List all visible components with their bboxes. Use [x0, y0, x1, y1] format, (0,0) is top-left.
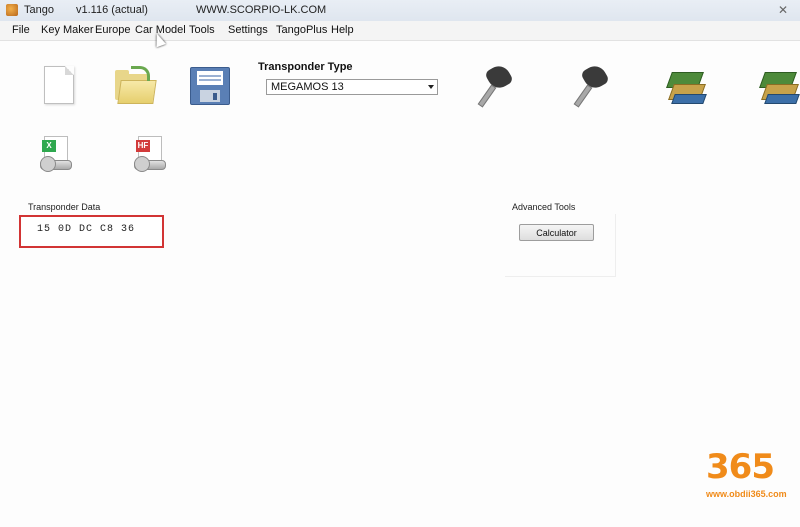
menu-tangoplus[interactable]: TangoPlus: [276, 24, 327, 36]
watermark-url: www.obdii365.com: [706, 489, 787, 499]
menu-bar: File Key Maker Europe Car Model Tools Se…: [0, 21, 800, 41]
books-icon[interactable]: [666, 66, 707, 104]
key-ring: [40, 156, 56, 172]
book-blue: [764, 94, 800, 104]
calculator-button[interactable]: Calculator: [519, 224, 594, 241]
watermark: 365 www.obdii365.com: [700, 444, 794, 506]
book-blue: [671, 94, 707, 104]
menu-settings[interactable]: Settings: [228, 24, 268, 36]
menu-file[interactable]: File: [12, 24, 30, 36]
open-folder-icon[interactable]: [115, 66, 157, 104]
hf-key-file-icon[interactable]: HF: [134, 136, 168, 176]
disk-label-line: [199, 79, 221, 81]
transponder-data-label: Transponder Data: [28, 202, 101, 212]
folder-arrow: [131, 66, 150, 81]
menu-help[interactable]: Help: [331, 24, 354, 36]
key-blade: [573, 84, 593, 108]
menu-tools[interactable]: Tools: [189, 24, 215, 36]
transponder-type-select[interactable]: MEGAMOS 13: [266, 79, 438, 95]
chevron-down-icon: [428, 85, 434, 89]
x-badge: X: [42, 140, 56, 152]
key-ring: [134, 156, 150, 172]
folder-front: [117, 80, 157, 104]
disk-slot: [213, 93, 217, 100]
app-version: v1.116 (actual): [76, 4, 148, 16]
hf-badge: HF: [136, 140, 150, 152]
books-database-icon[interactable]: [759, 66, 800, 104]
key-blade: [477, 84, 497, 108]
watermark-logo: 365: [706, 447, 775, 487]
key-write-icon[interactable]: [573, 61, 611, 108]
new-file-icon[interactable]: [44, 66, 74, 104]
key-read-icon[interactable]: [477, 61, 515, 108]
app-url: WWW.SCORPIO-LK.COM: [196, 4, 327, 16]
window-close-button[interactable]: ✕: [774, 4, 792, 16]
disk-label-line: [199, 75, 221, 77]
title-bar: Tango v1.116 (actual) WWW.SCORPIO-LK.COM…: [0, 0, 800, 22]
transponder-type-value: MEGAMOS 13: [271, 81, 344, 93]
disk-shutter: [200, 90, 220, 102]
menu-key-maker[interactable]: Key Maker: [41, 24, 94, 36]
transponder-data-value: 15 0D DC C8 36: [37, 224, 136, 235]
menu-europe[interactable]: Europe: [95, 24, 130, 36]
advanced-tools-label: Advanced Tools: [512, 202, 576, 212]
transponder-data-field[interactable]: 15 0D DC C8 36: [19, 215, 164, 248]
disk-label: [197, 71, 223, 85]
app-title: Tango: [24, 4, 54, 16]
x-key-file-icon[interactable]: X: [40, 136, 74, 176]
transponder-type-label: Transponder Type: [258, 61, 353, 73]
save-disk-icon[interactable]: [190, 67, 230, 105]
app-icon: [6, 4, 18, 16]
